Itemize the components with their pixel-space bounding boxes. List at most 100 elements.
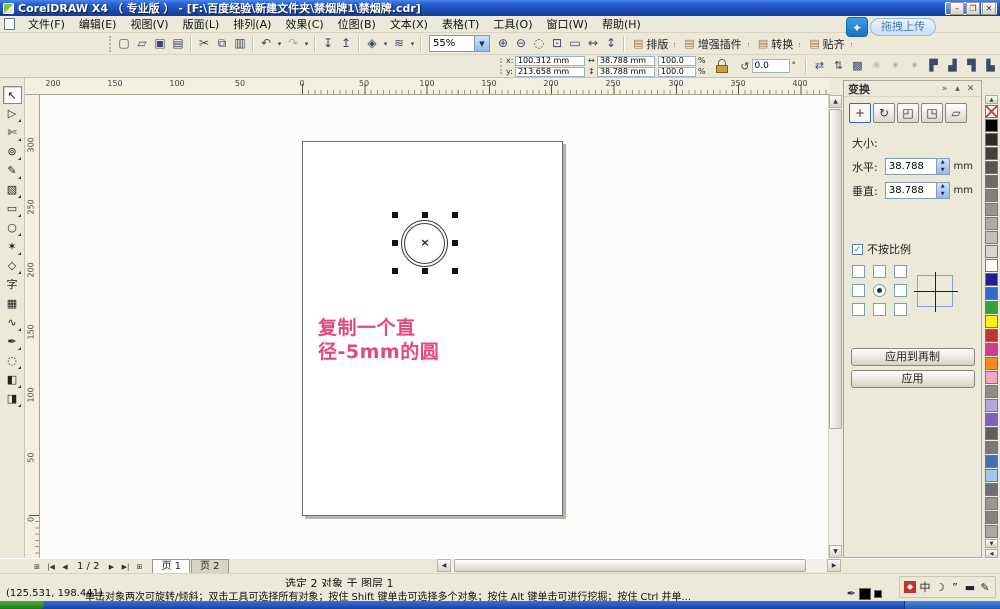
horizontal-size-input[interactable]	[884, 158, 937, 175]
white[interactable]	[985, 259, 998, 272]
menu-item[interactable]: 排列(A)	[226, 15, 278, 33]
purple[interactable]	[985, 413, 998, 426]
snap-to-button[interactable]: ▤ 贴齐	[804, 35, 849, 53]
apply-button[interactable]: 应用	[850, 370, 975, 388]
save-button[interactable]: ▣	[151, 35, 169, 53]
fill-tool[interactable]: ◧	[3, 371, 22, 389]
blue[interactable]	[985, 273, 998, 286]
next-page-button[interactable]: ▶	[104, 560, 118, 573]
anchor-middle-right[interactable]	[894, 284, 907, 297]
anchor-middle-left[interactable]	[852, 284, 865, 297]
first-page-button[interactable]: |◀	[44, 560, 58, 573]
intersect-button[interactable]: ✶	[905, 57, 924, 76]
ime-indicator-icon[interactable]: ◆	[904, 581, 916, 593]
20-black[interactable]	[985, 231, 998, 244]
plugin-enhance-button[interactable]: ▤ 增强插件	[679, 35, 746, 53]
90-black[interactable]	[985, 133, 998, 146]
vertical-scroll-thumb[interactable]	[829, 109, 842, 429]
selection-handle[interactable]	[452, 240, 458, 246]
ime-softkeyboard-icon[interactable]: ▬	[964, 581, 976, 594]
mid-gray[interactable]	[985, 441, 998, 454]
undo-button[interactable]: ↶	[257, 35, 275, 53]
horizontal-scroll-thumb[interactable]	[454, 559, 806, 572]
gray-4[interactable]	[985, 511, 998, 524]
ime-tools-icon[interactable]: ✎	[979, 581, 991, 594]
transform-size-tab[interactable]: ◳	[921, 103, 943, 123]
vertical-ruler[interactable]: 300 250 200 150 100 50 0	[25, 95, 40, 558]
magenta[interactable]	[985, 343, 998, 356]
paste-button[interactable]: ▥	[231, 35, 249, 53]
polygon-tool[interactable]: ✶	[3, 238, 22, 256]
nonproportional-checkbox[interactable]: ✓	[852, 243, 863, 255]
gray-5[interactable]	[985, 525, 998, 538]
toolbar-drag-handle[interactable]	[109, 35, 112, 52]
vertical-scrollbar[interactable]: ▲ ▼	[828, 95, 842, 558]
anchor-bottom-left[interactable]	[852, 303, 865, 316]
prev-page-button[interactable]: ◀	[58, 560, 72, 573]
print-button[interactable]: ▤	[169, 35, 187, 53]
scroll-up-button[interactable]: ▲	[829, 95, 842, 108]
document-icon[interactable]	[4, 18, 15, 30]
dropdown-arrow-icon[interactable]: ▾	[302, 35, 311, 53]
docker-collapse-icon[interactable]: »	[938, 84, 951, 94]
apply-to-duplicate-button[interactable]: 应用到再制	[850, 348, 975, 366]
selection-handle[interactable]	[392, 268, 398, 274]
propbar-drag-handle[interactable]	[499, 58, 503, 74]
zoom-in-button[interactable]: ⊕	[494, 35, 512, 53]
palette-scroll-up-icon[interactable]: ▲	[985, 95, 998, 104]
selection-handle[interactable]	[392, 212, 398, 218]
anchor-top-left[interactable]	[852, 265, 865, 278]
object-width-input[interactable]	[596, 55, 655, 66]
menu-item[interactable]: 编辑(E)	[72, 15, 124, 33]
open-button[interactable]: ▱	[133, 35, 151, 53]
zoom-all-objects-button[interactable]: ⊡	[548, 35, 566, 53]
trim-button[interactable]: ✴	[886, 57, 905, 76]
yellow[interactable]	[985, 315, 998, 328]
pink[interactable]	[985, 371, 998, 384]
y-position-input[interactable]	[514, 66, 585, 77]
application-launcher-button[interactable]: ◈	[363, 35, 381, 53]
import-button[interactable]: ↧	[319, 35, 337, 53]
redo-button[interactable]: ↷	[284, 35, 302, 53]
scale-x-input[interactable]	[657, 55, 696, 66]
zoom-page-height-button[interactable]: ↕	[602, 35, 620, 53]
weld-button[interactable]: ✳	[867, 57, 886, 76]
mirror-horizontal-button[interactable]: ⇄	[810, 57, 829, 76]
mirror-vertical-button[interactable]: ⇅	[829, 57, 848, 76]
horizontal-ruler[interactable]: 200 150 100 50 0 50 100 150 200 250 300 350 400	[25, 78, 830, 95]
10-black[interactable]	[985, 245, 998, 258]
add-page-start-button[interactable]: ⊞	[30, 560, 44, 573]
selection-handle[interactable]	[392, 240, 398, 246]
selection-handle[interactable]	[422, 268, 428, 274]
zoom-tool[interactable]: ⊚	[3, 143, 22, 161]
scroll-right-button[interactable]: ▶	[827, 559, 841, 572]
selection-handle[interactable]	[422, 212, 428, 218]
horizontal-scrollbar[interactable]: ◀ ▶	[437, 559, 841, 572]
scale-y-input[interactable]	[657, 66, 696, 77]
export-button[interactable]: ↥	[337, 35, 355, 53]
green[interactable]	[985, 301, 998, 314]
menu-item[interactable]: 位图(B)	[331, 15, 383, 33]
lavender[interactable]	[985, 399, 998, 412]
welcome-screen-button[interactable]: ≋	[390, 35, 408, 53]
zoom-level-input[interactable]	[429, 35, 475, 52]
anchor-bottom-right[interactable]	[894, 303, 907, 316]
selection-handle[interactable]	[452, 268, 458, 274]
menu-item[interactable]: 文件(F)	[21, 15, 72, 33]
object-height-input[interactable]	[596, 66, 655, 77]
menu-item[interactable]: 工具(O)	[486, 15, 539, 33]
mdi-restore-button[interactable]: ❐	[966, 2, 980, 15]
drawing-canvas[interactable]: × 复制一个直径-5mm的圆	[40, 95, 828, 558]
start-button[interactable]	[0, 601, 44, 609]
interactive-blend-tool[interactable]: ∿	[3, 314, 22, 332]
zoom-combo-arrow-icon[interactable]: ▼	[475, 35, 490, 52]
menu-item[interactable]: 视图(V)	[123, 15, 175, 33]
scroll-down-button[interactable]: ▼	[829, 545, 842, 558]
40-black[interactable]	[985, 203, 998, 216]
convert-to-curves-button[interactable]: ▩	[848, 57, 867, 76]
to-front-button[interactable]: ▛	[924, 57, 943, 76]
anchor-center-selected[interactable]	[873, 284, 886, 297]
50-black[interactable]	[985, 189, 998, 202]
x-position-input[interactable]	[514, 55, 585, 66]
palette-scroll-down-icon[interactable]: ▼	[985, 539, 998, 548]
